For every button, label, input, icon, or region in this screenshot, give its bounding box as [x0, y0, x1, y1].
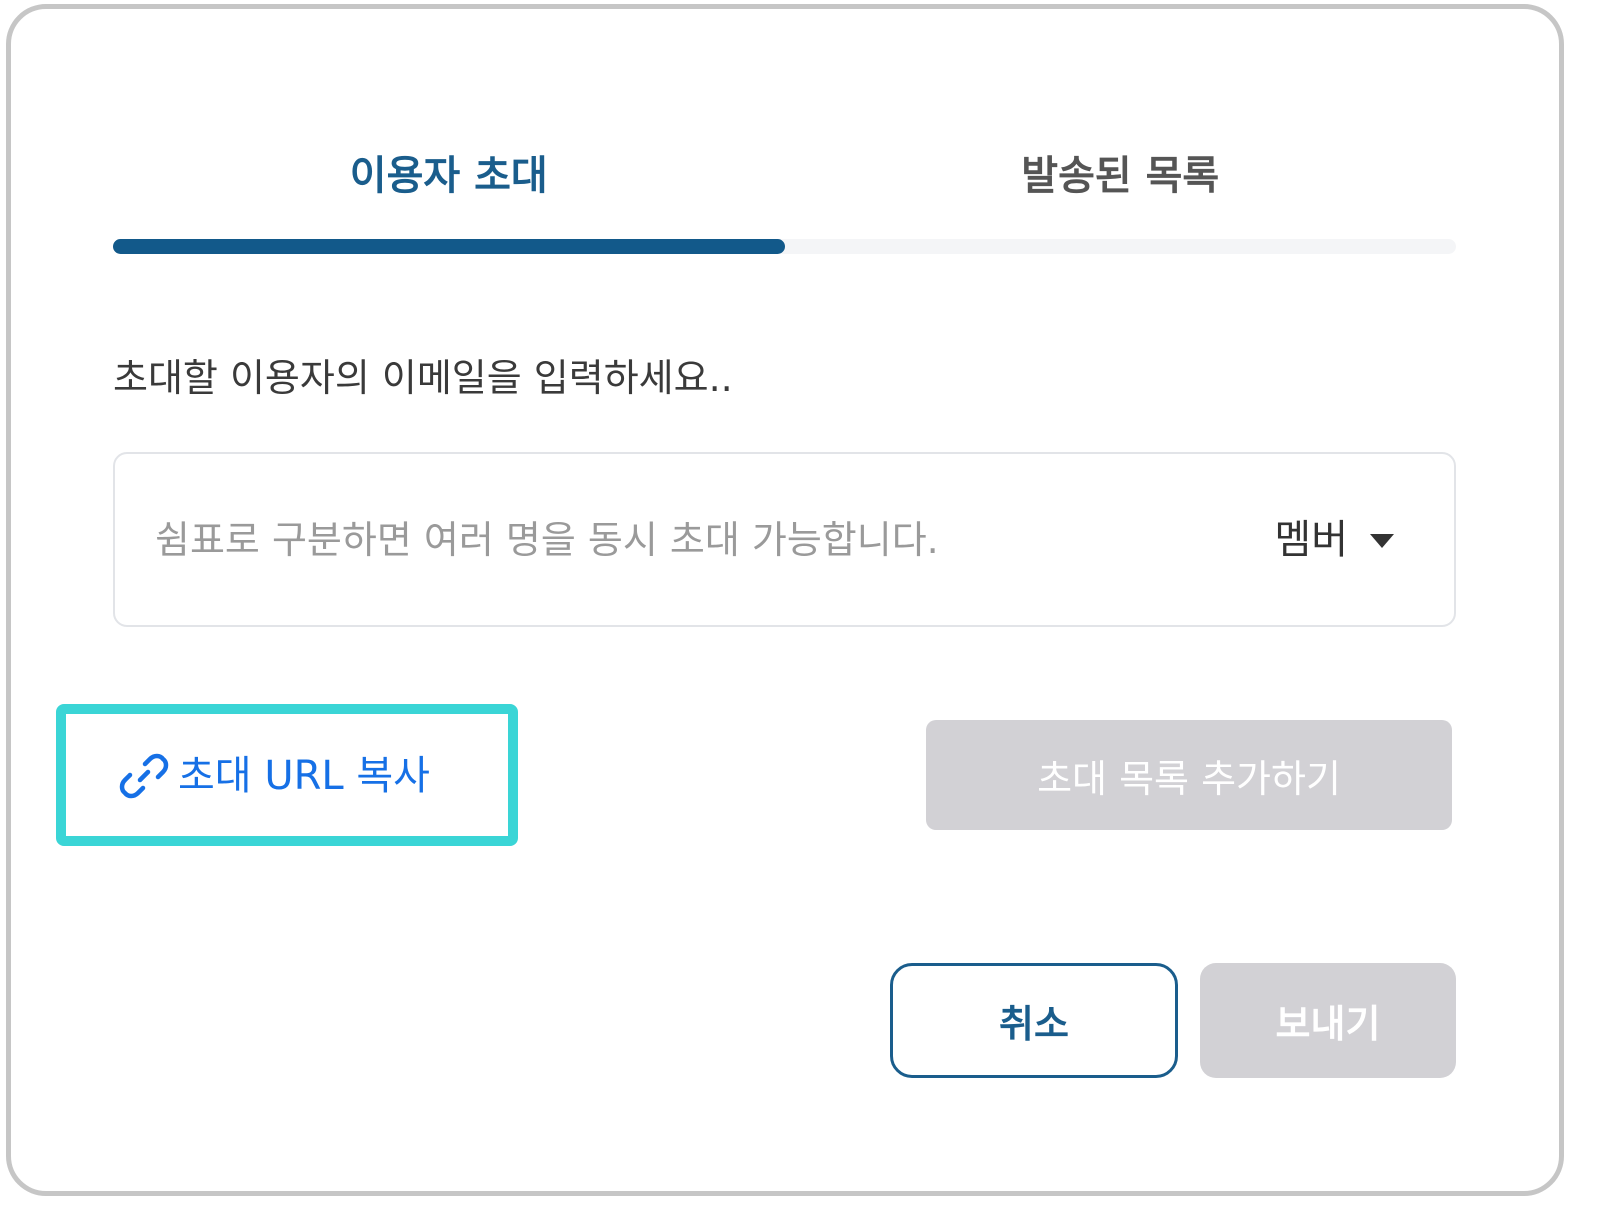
role-select-value: 멤버 — [1274, 517, 1348, 563]
copy-url-label: 초대 URL 복사 — [178, 753, 430, 799]
copy-invite-url-button[interactable]: 초대 URL 복사 — [118, 740, 430, 812]
add-to-invite-list-button[interactable]: 초대 목록 추가하기 — [926, 720, 1452, 830]
email-instruction-text: 초대할 이용자의 이메일을 입력하세요.. — [113, 356, 733, 400]
tab-invite-user[interactable]: 이용자 초대 — [113, 140, 785, 220]
email-input-box: 멤버 — [113, 452, 1456, 627]
role-select[interactable]: 멤버 — [1274, 510, 1394, 570]
caret-down-icon — [1370, 534, 1394, 548]
send-button[interactable]: 보내기 — [1200, 963, 1456, 1078]
link-icon — [118, 750, 170, 802]
email-input[interactable] — [155, 504, 1215, 576]
tab-active-indicator — [113, 239, 785, 254]
tab-indicator-track — [113, 239, 1456, 254]
tab-bar: 이용자 초대 발송된 목록 — [113, 140, 1456, 220]
tab-sent-list[interactable]: 발송된 목록 — [785, 140, 1457, 220]
cancel-button[interactable]: 취소 — [890, 963, 1178, 1078]
